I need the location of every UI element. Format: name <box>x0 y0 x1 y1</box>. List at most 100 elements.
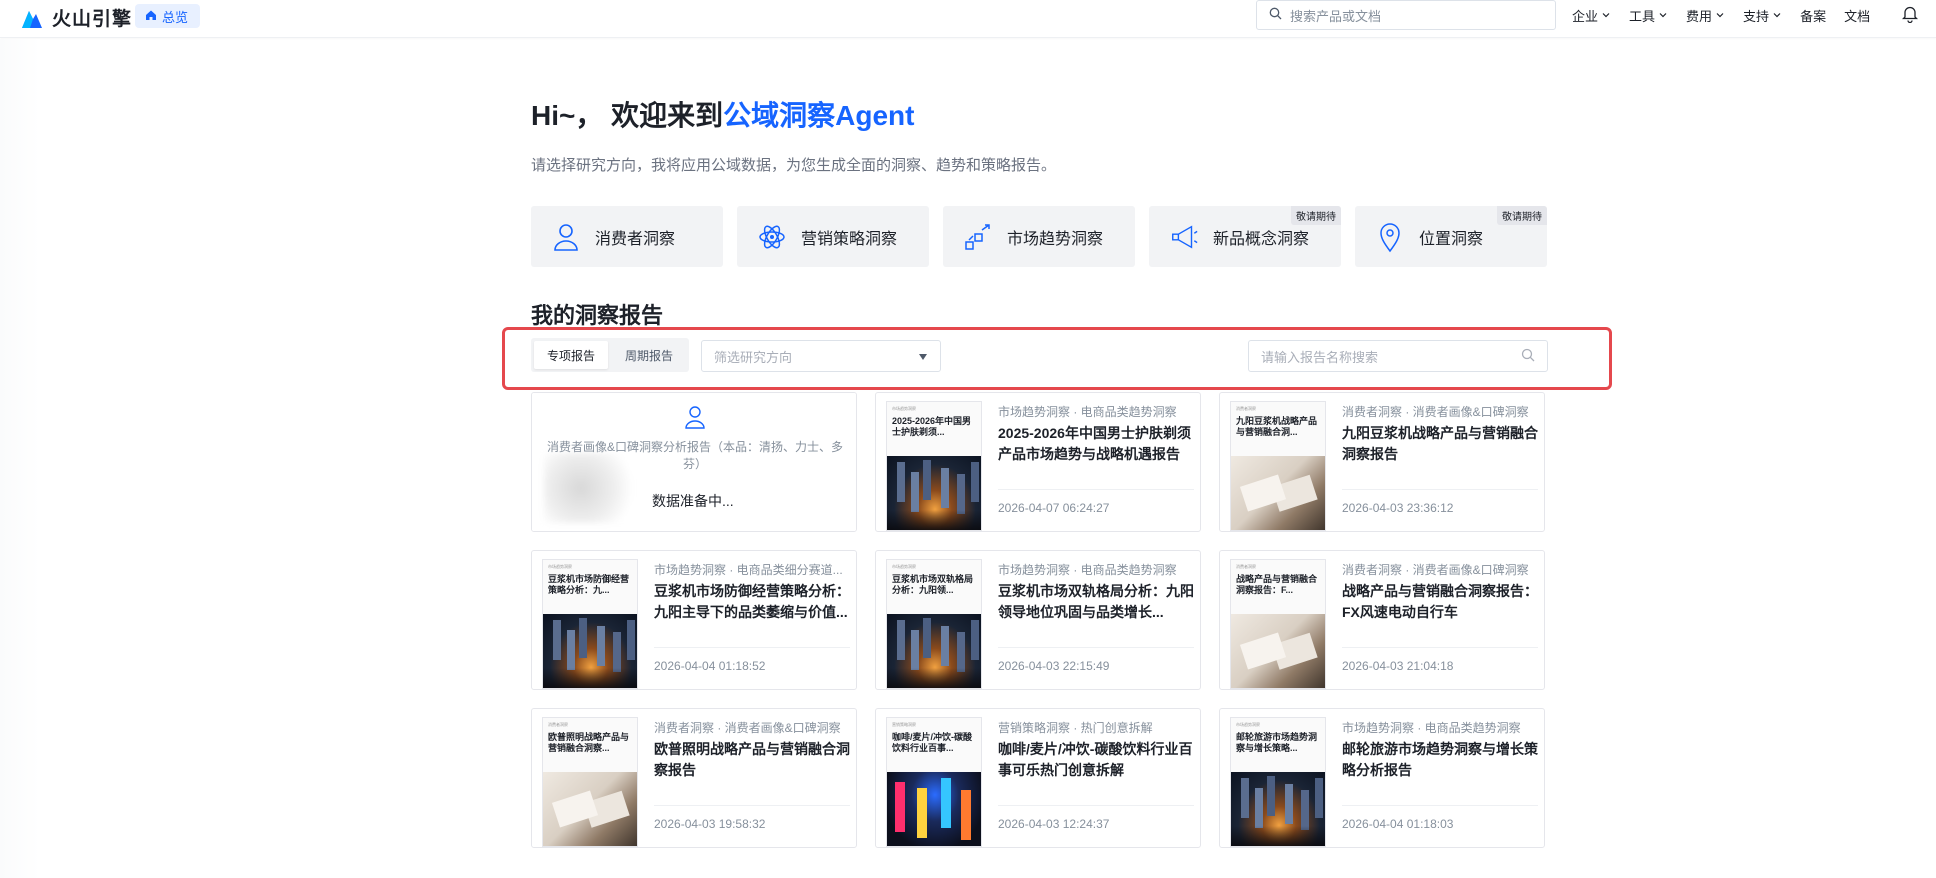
nav-billing[interactable]: 费用 <box>1686 6 1725 25</box>
report-card[interactable]: 消费者洞察 欧普照明战略产品与营销融合洞察... 消费者洞察 · 消费者画像&口… <box>531 708 857 848</box>
report-thumbnail: 营销策略洞察 咖啡/麦片/冲饮-碳酸饮料行业百事... <box>886 717 982 847</box>
city-night-image <box>543 614 637 688</box>
reports-grid: 消费者画像&口碑洞察分析报告（本品：清扬、力士、多芬） 数据准备中... 市场趋… <box>531 392 1545 848</box>
meeting-image <box>543 772 637 846</box>
nav-filing[interactable]: 备案 <box>1800 6 1826 25</box>
report-date: 2026-04-03 21:04:18 <box>1342 659 1454 673</box>
report-tags: 市场趋势洞察 · 电商品类趋势洞察 <box>1342 721 1521 735</box>
card-label: 新品概念洞察 <box>1213 230 1310 248</box>
thumbnail-title: 邮轮旅游市场趋势洞察与增长策略... <box>1236 732 1318 753</box>
thumbnail-title: 豆浆机市场防御经营策略分析：九... <box>548 574 630 595</box>
top-navigation-bar: 火山引擎 总览 搜索产品或文档 企业 工具 费用 支持 备案 文档 <box>0 0 1936 38</box>
divider <box>998 647 1194 648</box>
home-overview-button[interactable]: 总览 <box>135 4 201 28</box>
person-icon <box>684 405 706 434</box>
card-location-insight[interactable]: 位置洞察 敬请期待 <box>1355 206 1547 267</box>
report-card-pending[interactable]: 消费者画像&口碑洞察分析报告（本品：清扬、力士、多芬） 数据准备中... <box>531 392 857 532</box>
thumbnail-header: 消费者洞察 九阳豆浆机战略产品与营销融合洞... <box>1231 402 1325 456</box>
card-label: 市场趋势洞察 <box>1007 230 1104 248</box>
report-thumbnail: 消费者洞察 九阳豆浆机战略产品与营销融合洞... <box>1230 401 1326 531</box>
nav-label: 企业 <box>1572 9 1599 24</box>
card-consumer-insight[interactable]: 消费者洞察 <box>531 206 723 267</box>
thumbnail-title: 欧普照明战略产品与营销融合洞察... <box>548 732 630 753</box>
agent-name: 公域洞察Agent <box>723 100 915 131</box>
nav-label: 支持 <box>1743 9 1770 24</box>
thumbnail-tag: 消费者洞察 <box>1236 406 1256 411</box>
report-card[interactable]: 消费者洞察 战略产品与营销融合洞察报告：F... 消费者洞察 · 消费者画像&口… <box>1219 550 1545 690</box>
chevron-down-icon <box>1715 8 1725 23</box>
tab-periodic-reports[interactable]: 周期报告 <box>612 341 686 369</box>
divider <box>654 647 850 648</box>
thumbnail-title: 2025-2026年中国男士护肤剃须... <box>892 416 972 437</box>
global-search-input[interactable]: 搜索产品或文档 <box>1256 0 1556 30</box>
report-search-input[interactable]: 请输入报告名称搜索 <box>1248 340 1548 372</box>
pending-status: 数据准备中... <box>652 493 734 509</box>
report-card[interactable]: 消费者洞察 九阳豆浆机战略产品与营销融合洞... 消费者洞察 · 消费者画像&口… <box>1219 392 1545 532</box>
thumbnail-tag: 市场趋势洞察 <box>1236 722 1260 727</box>
report-card[interactable]: 市场趋势洞察 邮轮旅游市场趋势洞察与增长策略... 市场趋势洞察 · 电商品类趋… <box>1219 708 1545 848</box>
divider <box>1342 489 1538 490</box>
thumbnail-tag: 消费者洞察 <box>1236 564 1256 569</box>
thumbnail-title: 战略产品与营销融合洞察报告：F... <box>1236 574 1318 595</box>
thumbnail-tag: 营销策略洞察 <box>892 722 916 727</box>
card-label: 消费者洞察 <box>595 230 676 248</box>
caret-down-icon <box>918 349 928 364</box>
divider <box>1342 647 1538 648</box>
report-title: 2025-2026年中国男士护肤剃须产品市场趋势与战略机遇报告 <box>998 425 1191 462</box>
nav-tools[interactable]: 工具 <box>1629 6 1668 25</box>
report-thumbnail: 市场趋势洞察 豆浆机市场防御经营策略分析：九... <box>542 559 638 689</box>
thumbnail-title: 咖啡/麦片/冲饮-碳酸饮料行业百事... <box>892 732 972 753</box>
report-date: 2026-04-03 22:15:49 <box>998 659 1110 673</box>
report-title: 战略产品与营销融合洞察报告：FX风速电动自行车 <box>1342 583 1538 620</box>
location-pin-icon <box>1375 221 1405 253</box>
report-card[interactable]: 市场趋势洞察 豆浆机市场双轨格局分析：九阳领... 市场趋势洞察 · 电商品类趋… <box>875 550 1201 690</box>
card-new-product-insight[interactable]: 新品概念洞察 敬请期待 <box>1149 206 1341 267</box>
volcano-logo-icon <box>20 7 44 29</box>
nav-enterprise[interactable]: 企业 <box>1572 6 1611 25</box>
thumbnail-tag: 市场趋势洞察 <box>892 406 916 411</box>
logo-text: 火山引擎 <box>52 9 133 30</box>
search-icon <box>1269 7 1282 23</box>
card-marketing-insight[interactable]: 营销策略洞察 <box>737 206 929 267</box>
research-direction-cards: 消费者洞察 营销策略洞察 市场趋势洞察 新品概念洞察 敬请期待 位置洞察 敬请期… <box>531 206 1547 267</box>
left-rail <box>0 39 40 878</box>
report-tags: 市场趋势洞察 · 电商品类趋势洞察 <box>998 563 1177 577</box>
thumbnail-tag: 消费者洞察 <box>548 722 568 727</box>
logo[interactable]: 火山引擎 <box>20 4 132 31</box>
thumbnail-header: 市场趋势洞察 豆浆机市场防御经营策略分析：九... <box>543 560 637 614</box>
report-card[interactable]: 营销策略洞察 咖啡/麦片/冲饮-碳酸饮料行业百事... 营销策略洞察 · 热门创… <box>875 708 1201 848</box>
nav-support[interactable]: 支持 <box>1743 6 1782 25</box>
divider <box>998 805 1194 806</box>
chevron-down-icon <box>1772 8 1782 23</box>
nav-docs[interactable]: 文档 <box>1844 6 1870 25</box>
report-title: 豆浆机市场防御经营策略分析：九阳主导下的品类萎缩与价值... <box>654 583 850 620</box>
report-card[interactable]: 市场趋势洞察 2025-2026年中国男士护肤剃须... 市场趋势洞察 · 电商… <box>875 392 1201 532</box>
nav-label: 工具 <box>1629 9 1656 24</box>
report-thumbnail: 市场趋势洞察 2025-2026年中国男士护肤剃须... <box>886 401 982 531</box>
report-date: 2026-04-03 19:58:32 <box>654 817 766 831</box>
nav-label: 费用 <box>1686 9 1713 24</box>
thumbnail-header: 营销策略洞察 咖啡/麦片/冲饮-碳酸饮料行业百事... <box>887 718 981 772</box>
reports-section-title: 我的洞察报告 <box>531 303 664 328</box>
thumbnail-tag: 市场趋势洞察 <box>548 564 572 569</box>
search-icon[interactable] <box>1521 348 1535 365</box>
home-label: 总览 <box>162 9 189 25</box>
page-title: Hi~， 欢迎来到公域洞察Agent <box>531 94 914 134</box>
top-nav: 企业 工具 费用 支持 备案 文档 <box>1572 6 1870 25</box>
thumbnail-tag: 市场趋势洞察 <box>892 564 916 569</box>
thumbnail-header: 市场趋势洞察 豆浆机市场双轨格局分析：九阳领... <box>887 560 981 614</box>
report-card[interactable]: 市场趋势洞察 豆浆机市场防御经营策略分析：九... 市场趋势洞察 · 电商品类细… <box>531 550 857 690</box>
card-market-trend-insight[interactable]: 市场趋势洞察 <box>943 206 1135 267</box>
report-thumbnail: 消费者洞察 战略产品与营销融合洞察报告：F... <box>1230 559 1326 689</box>
page-subtitle: 请选择研究方向，我将应用公域数据，为您生成全面的洞察、趋势和策略报告。 <box>531 157 1057 174</box>
report-date: 2026-04-04 01:18:52 <box>654 659 766 673</box>
meeting-image <box>1231 456 1325 530</box>
thumbnail-header: 消费者洞察 欧普照明战略产品与营销融合洞察... <box>543 718 637 772</box>
home-icon <box>145 9 157 24</box>
person-icon <box>551 221 581 253</box>
bell-icon[interactable] <box>1901 5 1919 28</box>
report-thumbnail: 市场趋势洞察 邮轮旅游市场趋势洞察与增长策略... <box>1230 717 1326 847</box>
tab-special-reports[interactable]: 专项报告 <box>534 341 608 369</box>
research-direction-filter[interactable]: 筛选研究方向 <box>701 340 941 372</box>
city-night-image <box>887 614 981 688</box>
